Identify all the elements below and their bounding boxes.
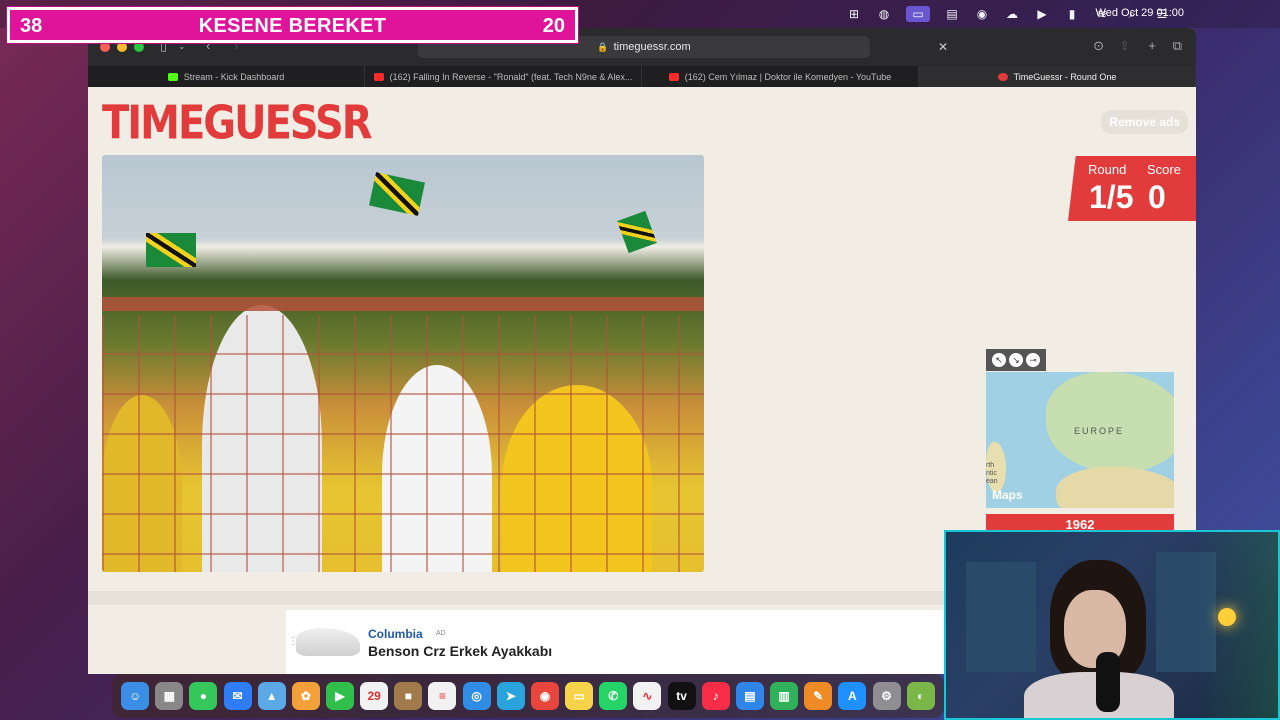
tv-icon[interactable]: tv	[667, 682, 696, 710]
zoom-window-button[interactable]	[134, 42, 144, 52]
download-icon[interactable]: ⊙	[1093, 38, 1104, 54]
notes-icon[interactable]: ▭	[565, 682, 594, 710]
ad-brand: Columbia	[368, 627, 423, 641]
flag-graphic	[369, 172, 425, 216]
dock: ☺ ▦ ● ✉ ▲ ✿ ▶ 29 ■ ≡ ◎ ➤ ◉ ▭ ✆ ∿ tv ♪ ▤ ▥ ✎ A ⚙ ◐	[112, 674, 944, 718]
guess-map[interactable]: EUROPE rth ntic ean Maps	[986, 372, 1174, 508]
swirl-icon[interactable]: ◍	[876, 6, 892, 22]
finder-icon[interactable]: ☺	[121, 682, 150, 710]
lamp	[1218, 608, 1236, 626]
shoe-image	[296, 628, 360, 656]
close-icon[interactable]: ✕	[938, 40, 948, 54]
kick-icon	[167, 72, 178, 81]
round-photo[interactable]	[102, 155, 704, 572]
facetime-icon[interactable]: ▶	[326, 682, 355, 710]
ad-banner[interactable]: ⋮ Columbia AD Benson Crz Erkek Ayakkabı	[286, 610, 958, 674]
expand-map-icon[interactable]: ↖	[992, 353, 1006, 367]
reminders-icon[interactable]: ≡	[428, 682, 457, 710]
score-label: Score	[1147, 162, 1181, 177]
eye-icon[interactable]: ◉	[974, 6, 990, 22]
map-landmass	[1046, 372, 1174, 472]
remove-ads-button[interactable]: Remove ads	[1101, 110, 1188, 134]
freeform-icon[interactable]: ∿	[633, 682, 662, 710]
tab-overview-icon[interactable]: ⧉	[1173, 38, 1182, 54]
minimize-window-button[interactable]	[117, 42, 127, 52]
launchpad-icon[interactable]: ▦	[155, 682, 184, 710]
numbers-icon[interactable]: ▥	[770, 682, 799, 710]
tab-youtube-1[interactable]: (162) Falling In Reverse - "Ronald" (fea…	[365, 66, 642, 87]
webcam-overlay	[944, 530, 1280, 720]
photos-icon[interactable]: ✿	[291, 682, 320, 710]
maps-icon[interactable]: ▲	[257, 682, 286, 710]
tab-bar: Stream - Kick Dashboard (162) Falling In…	[88, 66, 1196, 87]
music-icon[interactable]: ♪	[701, 682, 730, 710]
map-landmass	[1056, 467, 1174, 508]
tab-timeguessr[interactable]: TimeGuessr - Round One	[919, 66, 1196, 87]
pages-icon[interactable]: ✎	[804, 682, 833, 710]
cloud-icon[interactable]: ☁	[1004, 6, 1020, 22]
site-logo[interactable]: TIMEGUESSR	[102, 97, 373, 150]
tab-label: (162) Falling In Reverse - "Ronald" (fea…	[389, 71, 633, 82]
pin-map-icon[interactable]: ⊸	[1026, 353, 1040, 367]
flag-graphic	[146, 233, 196, 267]
tab-youtube-2[interactable]: (162) Cem Yılmaz | Doktor ile Komedyen -…	[642, 66, 919, 87]
youtube-icon	[668, 72, 679, 81]
flag-graphic	[617, 210, 657, 254]
globe-app-icon[interactable]: ◐	[906, 682, 935, 710]
battery-icon[interactable]: ▮	[1064, 6, 1080, 22]
youtube-icon	[373, 72, 384, 81]
tab-label: Stream - Kick Dashboard	[183, 71, 285, 82]
app-store-icon[interactable]: A	[838, 682, 867, 710]
fence-mesh	[102, 315, 704, 572]
microphone	[1096, 652, 1120, 712]
shrink-map-icon[interactable]: ↘	[1009, 353, 1023, 367]
timeguessr-icon	[997, 72, 1008, 81]
round-label: Round	[1088, 162, 1127, 177]
tab-label: TimeGuessr - Round One	[1013, 71, 1117, 82]
calendar-icon[interactable]: 29	[360, 682, 389, 710]
fence-rail	[102, 297, 704, 311]
score-panel: Round Score 1/5 0	[1068, 156, 1196, 221]
settings-icon[interactable]: ⚙	[872, 682, 901, 710]
tab-kick[interactable]: Stream - Kick Dashboard	[88, 66, 365, 87]
bookshelf	[966, 562, 1036, 672]
maps-brand: Maps	[992, 488, 1023, 502]
tab-label: (162) Cem Yılmaz | Doktor ile Komedyen -…	[684, 71, 892, 82]
ad-tag: AD	[436, 630, 446, 637]
cc-icon[interactable]: ▤	[944, 6, 960, 22]
ad-product: Benson Crz Erkek Ayakkabı	[368, 643, 553, 659]
keynote-icon[interactable]: ▤	[735, 682, 764, 710]
grid-icon[interactable]: ⊞	[846, 6, 862, 22]
safari-icon[interactable]: ◎	[462, 682, 491, 710]
stream-overlay-banner: 38 KESENE BEREKET 20	[6, 6, 579, 44]
map-region-label: EUROPE	[1074, 426, 1125, 436]
play-icon[interactable]: ▶	[1034, 6, 1050, 22]
url-text: timeguessr.com	[613, 41, 691, 53]
whatsapp-icon[interactable]: ✆	[599, 682, 628, 710]
menu-clock[interactable]: Wed Oct 29 01:00	[1096, 7, 1184, 19]
close-window-button[interactable]	[100, 42, 110, 52]
background-glow	[1198, 532, 1278, 718]
notes-brown-icon[interactable]: ■	[394, 682, 423, 710]
new-tab-icon[interactable]: +	[1148, 38, 1156, 53]
overlay-right-number: 20	[542, 15, 565, 37]
mail-icon[interactable]: ✉	[223, 682, 252, 710]
window-controls	[100, 42, 144, 52]
telegram-icon[interactable]: ➤	[496, 682, 525, 710]
overlay-title: KESENE BEREKET	[198, 15, 387, 37]
map-controls: ↖ ↘ ⊸	[986, 349, 1046, 371]
lock-icon: 🔒	[597, 41, 609, 52]
round-value: 1/5	[1089, 179, 1134, 215]
messages-icon[interactable]: ●	[189, 682, 218, 710]
map-edge-text: rth ntic ean	[986, 462, 998, 485]
score-value: 0	[1148, 179, 1166, 215]
screen-mirror-icon[interactable]: ▭	[906, 6, 930, 22]
chrome-icon[interactable]: ◉	[530, 682, 559, 710]
share-icon[interactable]: ⇪	[1119, 38, 1130, 54]
